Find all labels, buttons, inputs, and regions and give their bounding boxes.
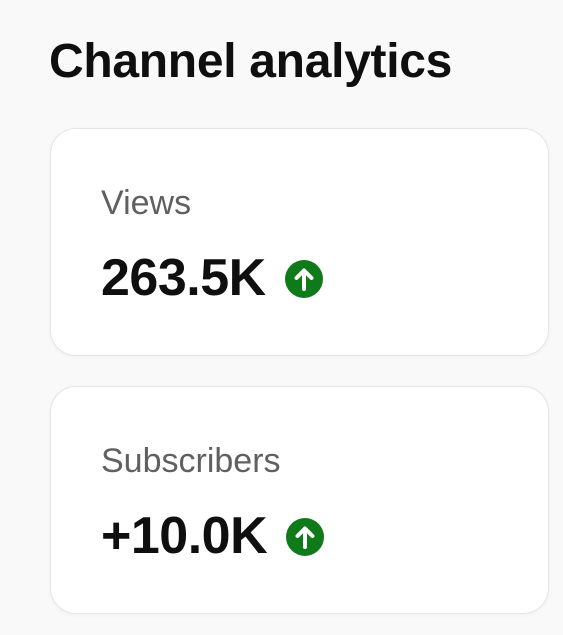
arrow-up-circle-icon — [285, 517, 325, 557]
subscribers-value: +10.0K — [101, 507, 268, 565]
arrow-up-circle-icon — [284, 259, 324, 299]
subscribers-value-row: +10.0K — [101, 505, 325, 567]
views-label: Views — [101, 184, 192, 222]
views-card[interactable]: Views 263.5K — [50, 128, 549, 356]
page-title: Channel analytics — [49, 35, 453, 88]
views-value-row: 263.5K — [101, 247, 324, 309]
views-value: 263.5K — [101, 249, 266, 307]
subscribers-label: Subscribers — [101, 442, 281, 480]
subscribers-card[interactable]: Subscribers +10.0K — [50, 386, 549, 614]
channel-analytics-page: Channel analytics Views 263.5K Subscribe… — [0, 0, 563, 635]
